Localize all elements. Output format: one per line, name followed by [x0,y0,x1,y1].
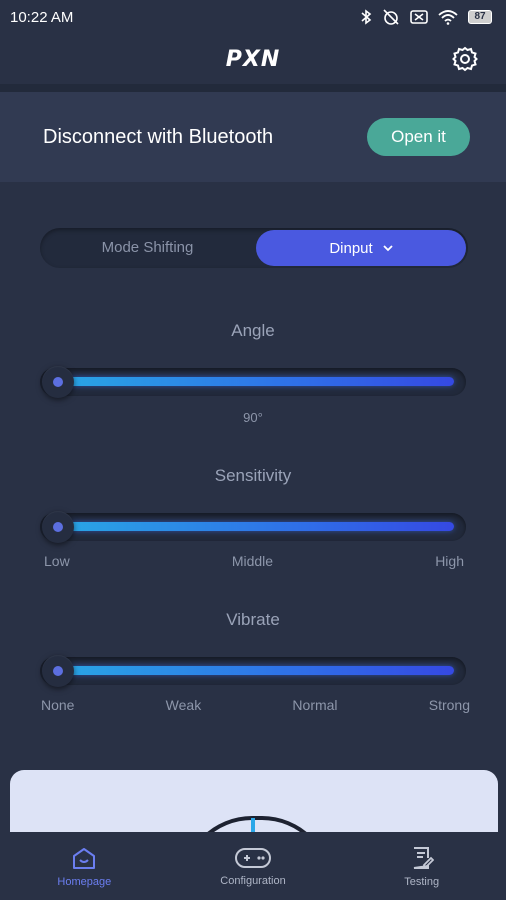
status-bar: 10:22 AM 87 [0,0,506,34]
alarm-off-icon [383,9,399,25]
chevron-down-icon [383,244,393,251]
nav-label: Configuration [220,875,286,887]
bottom-nav: Homepage Configuration Testing [0,832,506,900]
mode-dropdown[interactable]: Dinput [256,230,466,266]
tick-label: None [41,697,75,713]
nav-label: Testing [404,876,440,888]
nav-item-testing[interactable]: Testing [352,846,492,888]
status-time: 10:22 AM [10,8,74,26]
tick-label: Middle [231,553,274,569]
bluetooth-icon [361,9,372,25]
slider-fill [68,666,454,675]
tick-label: High [435,553,464,569]
home-icon [73,848,96,869]
mode-shifting-label: Mode Shifting [101,239,194,256]
vibrate-slider[interactable] [40,654,466,688]
gamepad-icon [234,848,271,868]
nav-item-configuration[interactable]: Configuration [183,847,323,887]
pxn-logo: PXN [225,46,281,72]
wifi-icon [438,10,458,25]
mode-selected-value: Dinput [329,239,373,257]
vibrate-ticks: None Weak Normal Strong [41,697,470,713]
bluetooth-status-text: Disconnect with Bluetooth [43,125,274,148]
gear-icon[interactable] [450,44,480,74]
sensitivity-ticks: Low Middle High [44,553,464,569]
header-divider [0,84,506,92]
vibrate-title: Vibrate [226,610,280,629]
wheel-center-mark [251,818,255,832]
nav-label: Homepage [57,876,112,888]
tick-label: Normal [292,697,338,713]
bluetooth-banner: Disconnect with Bluetooth Open it [0,92,506,182]
wheel-preview-card [10,770,498,840]
angle-title: Angle [231,321,275,340]
app-header: PXN [0,34,506,84]
sensitivity-slider[interactable] [40,510,466,544]
nav-item-homepage[interactable]: Homepage [14,846,154,888]
tick-label: Strong [428,697,470,713]
document-edit-icon [413,847,434,869]
tick-label: Low [44,553,70,569]
tick-label: Weak [165,697,202,713]
mode-shifting-control: Mode Shifting Dinput [40,228,468,268]
slider-thumb[interactable] [42,366,74,398]
angle-slider[interactable] [40,365,466,399]
sensitivity-title: Sensitivity [214,466,292,485]
slider-thumb[interactable] [42,655,74,687]
battery-indicator: 87 [468,10,492,24]
open-bluetooth-button[interactable]: Open it [367,118,470,156]
slider-fill [68,522,454,531]
slider-fill [68,377,454,386]
slider-thumb[interactable] [42,511,74,543]
sim-off-icon [410,10,428,24]
status-icons: 87 [360,8,492,26]
angle-value: 90° [243,410,263,425]
